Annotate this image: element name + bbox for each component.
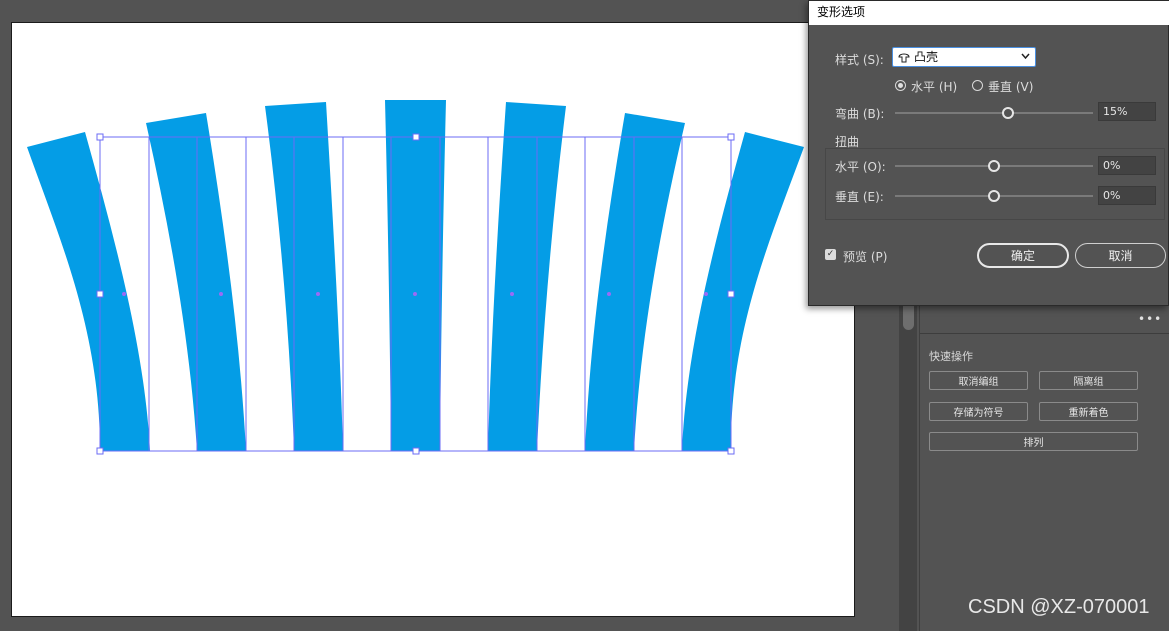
horizontal-radio[interactable] [895,80,906,91]
horizontal-distortion-thumb[interactable] [988,160,1000,172]
watermark: CSDN @XZ-070001 [968,596,1150,618]
vertical-distortion-input[interactable]: 0% [1098,186,1156,205]
distortion-title: 扭曲 [835,135,860,149]
bend-label: 弯曲 (B): [835,107,885,121]
style-select-value: 凸壳 [914,50,939,64]
arrange-button[interactable]: 排列 [929,432,1138,451]
chevron-down-icon [1021,53,1030,60]
radio-selected-dot [898,83,903,88]
style-select[interactable]: 凸壳 [892,47,1036,67]
vertical-radio[interactable] [972,80,983,91]
cancel-button[interactable]: 取消 [1075,243,1166,268]
vertical-distortion-thumb[interactable] [988,190,1000,202]
horizontal-distortion-label: 水平 (O): [835,160,886,174]
arc-upper-icon [898,53,910,63]
stripe-7 [682,132,804,451]
horizontal-distortion-input[interactable]: 0% [1098,156,1156,175]
stripe-4 [385,100,446,451]
quick-actions-title: 快速操作 [929,350,973,363]
preview-label[interactable]: 预览 (P) [843,248,887,265]
stripe-1 [27,132,150,451]
dialog-title: 变形选项 [809,1,1169,25]
stripe-3 [265,102,343,451]
preview-checkbox[interactable]: ✓ [825,249,836,260]
ungroup-button[interactable]: 取消编组 [929,371,1028,390]
stripe-6 [585,113,685,451]
save-as-symbol-button[interactable]: 存储为符号 [929,402,1028,421]
style-label: 样式 (S): [835,53,884,67]
recolor-button[interactable]: 重新着色 [1039,402,1138,421]
bend-slider-track[interactable] [895,112,1093,114]
stripe-5 [488,102,566,451]
stripe-2 [146,113,246,451]
stripes-group [27,100,804,451]
ok-button[interactable]: 确定 [977,243,1069,268]
vertical-distortion-label: 垂直 (E): [835,190,884,204]
isolate-group-button[interactable]: 隔离组 [1039,371,1138,390]
bend-value-input[interactable]: 15% [1098,102,1156,121]
panel-divider [920,333,1169,334]
horizontal-radio-label[interactable]: 水平 (H) [911,78,957,95]
more-options-icon[interactable]: ••• [1138,312,1162,326]
vertical-radio-label[interactable]: 垂直 (V) [988,78,1033,95]
bend-slider-thumb[interactable] [1002,107,1014,119]
